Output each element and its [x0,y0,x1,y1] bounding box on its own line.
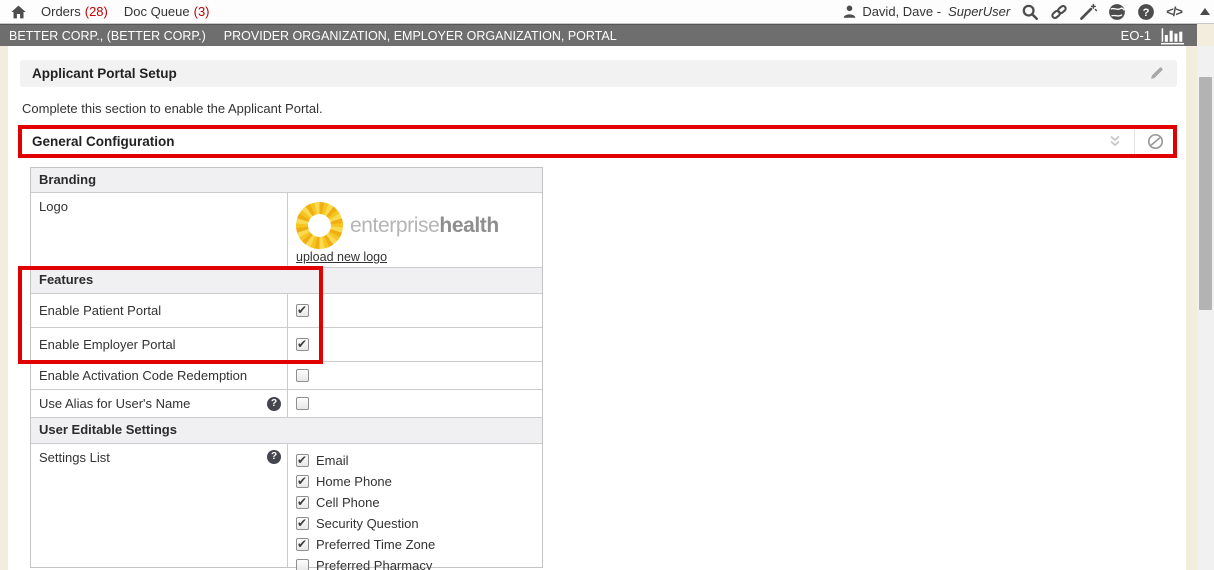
enable-patient-portal-checkbox[interactable] [296,304,309,317]
user-role: SuperUser [948,4,1010,19]
settings-list-label: Settings List [39,450,110,465]
intro-text: Complete this section to enable the Appl… [22,101,323,116]
upload-new-logo-link[interactable]: upload new logo [296,250,387,264]
code-icon[interactable]: </> [1166,4,1182,19]
main-content: Applicant Portal Setup Complete this sec… [8,46,1186,570]
option-label: Email [316,453,349,468]
feature-label-cell: Enable Patient Portal [31,294,288,327]
logo-text-bold: health [439,214,498,237]
collapse-chevron-double-down-icon[interactable] [1108,135,1122,148]
wand-icon[interactable] [1079,3,1097,21]
scrollbar-thumb[interactable] [1199,77,1212,310]
user-editable-settings-header: User Editable Settings [31,417,542,443]
link-icon[interactable] [1050,3,1068,21]
use-alias-checkbox[interactable] [296,397,309,410]
logo-wordmark: enterprisehealth [350,214,499,238]
svg-text:?: ? [1143,7,1150,19]
email-checkbox[interactable] [296,454,309,467]
logo-pinwheel-icon [296,202,343,249]
feature-label: Use Alias for User's Name [39,396,190,411]
enable-employer-portal-checkbox[interactable] [296,338,309,351]
feature-row-use-alias: Use Alias for User's Name ? [31,389,542,417]
settings-option: Security Question [296,516,435,531]
brand-logo: enterprisehealth [296,202,534,249]
vertical-scrollbar[interactable] [1197,46,1214,570]
nav-orders-label: Orders [41,4,81,19]
user-editable-settings-label: User Editable Settings [39,422,177,437]
logo-text-light: enterprise [350,214,439,237]
logo-row: Logo enterprisehealth upload new logo [31,192,542,267]
preferred-pharmacy-checkbox[interactable] [296,559,309,570]
app-screen: Orders (28) Doc Queue (3) David, Dave - … [0,0,1214,570]
feature-label-cell: Use Alias for User's Name ? [31,390,288,417]
option-label: Cell Phone [316,495,380,510]
cell-phone-checkbox[interactable] [296,496,309,509]
feature-label-cell: Enable Activation Code Redemption [31,362,288,389]
feature-row-employer-portal: Enable Employer Portal [31,327,542,361]
settings-list-label-cell: Settings List ? [31,444,288,567]
feature-label: Enable Activation Code Redemption [39,368,247,383]
logo-label-cell: Logo [31,193,288,267]
user-menu[interactable]: David, Dave - SuperUser [842,4,1010,19]
feature-row-patient-portal: Enable Patient Portal [31,293,542,327]
page-title-bar: Applicant Portal Setup [20,60,1177,87]
logo-label: Logo [39,199,68,214]
top-nav-bar: Orders (28) Doc Queue (3) David, Dave - … [0,0,1214,24]
edit-pencil-icon[interactable] [1148,65,1165,82]
settings-list-row: Settings List ? Email Home Phone [31,443,542,567]
search-icon[interactable] [1021,3,1039,21]
enable-activation-code-checkbox[interactable] [296,369,309,382]
org-badge: EO-1 [1121,28,1151,43]
orders-count: (28) [85,4,108,19]
security-question-checkbox[interactable] [296,517,309,530]
nav-doc-queue[interactable]: Doc Queue (3) [124,4,210,19]
help-icon[interactable]: ? [267,397,281,411]
option-label: Preferred Pharmacy [316,558,432,570]
option-label: Preferred Time Zone [316,537,435,552]
org-bar: BETTER CORP., (BETTER CORP.) PROVIDER OR… [0,24,1197,46]
features-header: Features [31,267,542,293]
branding-header: Branding [31,168,542,192]
logo-cell: enterprisehealth upload new logo [288,193,542,267]
feature-row-activation-code: Enable Activation Code Redemption [31,361,542,389]
settings-option: Home Phone [296,474,435,489]
user-icon [842,4,857,19]
feature-label: Enable Patient Portal [39,303,161,318]
section-title: General Configuration [32,134,175,149]
help-icon[interactable]: ? [1137,3,1155,21]
branding-header-label: Branding [39,172,96,187]
home-icon[interactable] [10,4,27,20]
org-name[interactable]: BETTER CORP., (BETTER CORP.) [9,29,206,43]
preferred-time-zone-checkbox[interactable] [296,538,309,551]
toolbar-divider [1134,129,1135,154]
settings-option-list: Email Home Phone Cell Phone Securit [296,450,435,570]
disable-ban-icon[interactable] [1147,133,1164,150]
features-header-label: Features [39,272,93,287]
doc-queue-count: (3) [194,4,210,19]
help-icon[interactable]: ? [267,450,281,464]
general-configuration-bar: General Configuration [18,125,1177,158]
feature-label-cell: Enable Employer Portal [31,328,288,361]
scroll-up-button[interactable] [1200,8,1210,15]
chart-icon[interactable] [1160,27,1185,45]
settings-option: Preferred Time Zone [296,537,435,552]
settings-option: Preferred Pharmacy [296,558,435,570]
org-context[interactable]: PROVIDER ORGANIZATION, EMPLOYER ORGANIZA… [224,29,617,43]
globe-icon[interactable] [1108,3,1126,21]
feature-label: Enable Employer Portal [39,337,176,352]
settings-option: Cell Phone [296,495,435,510]
user-name: David, Dave - [862,4,941,19]
option-label: Security Question [316,516,419,531]
option-label: Home Phone [316,474,392,489]
nav-orders[interactable]: Orders (28) [41,4,108,19]
settings-option: Email [296,453,435,468]
config-table: Branding Logo enterprisehealth upload ne… [30,167,543,568]
nav-doc-queue-label: Doc Queue [124,4,190,19]
page-title: Applicant Portal Setup [32,66,177,81]
home-phone-checkbox[interactable] [296,475,309,488]
